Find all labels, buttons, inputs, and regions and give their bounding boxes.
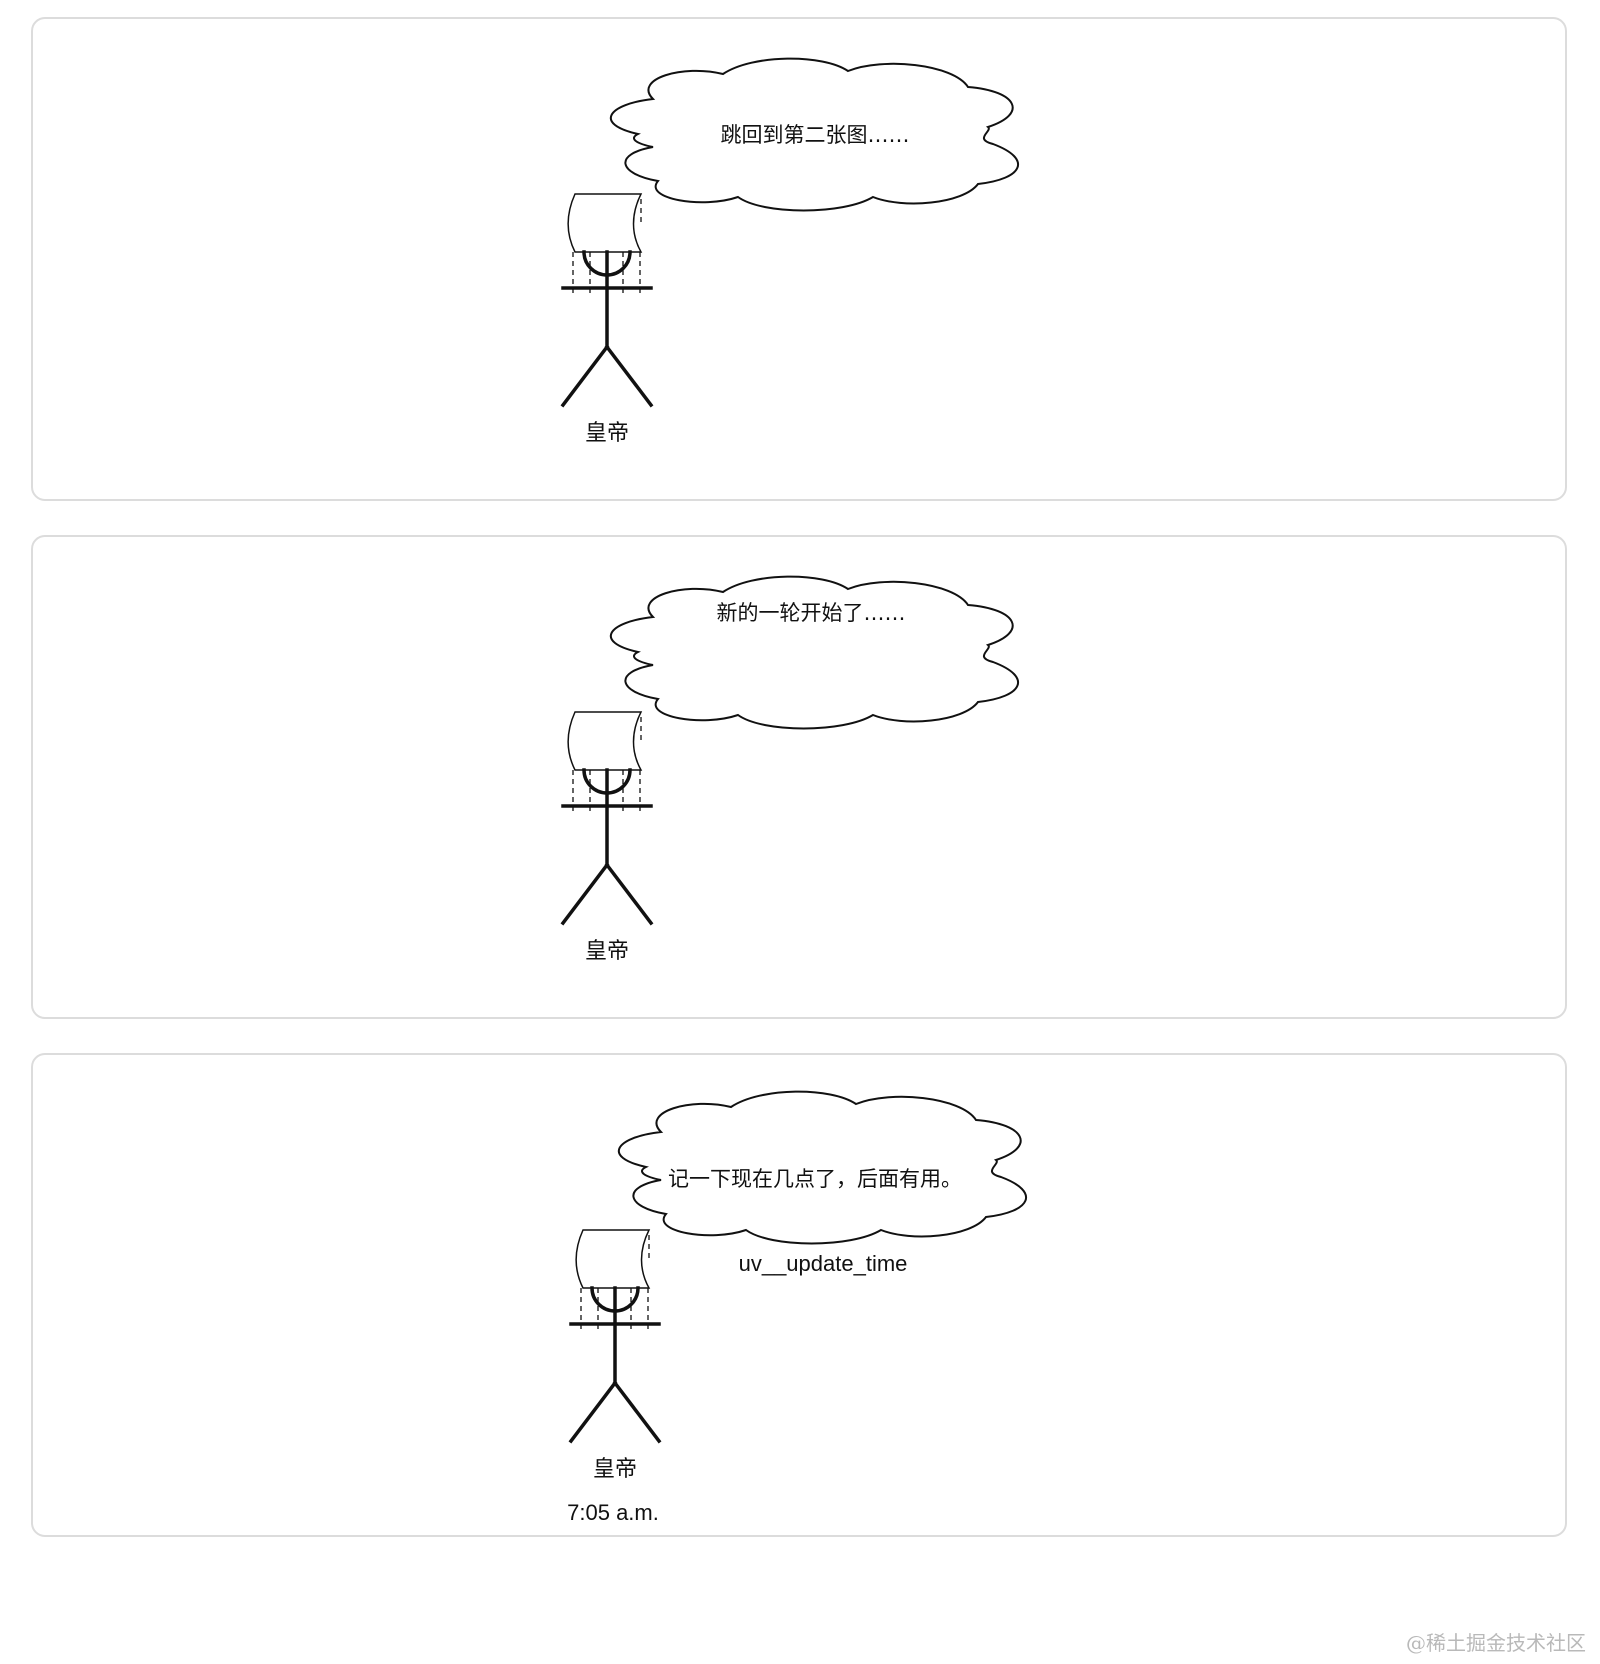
variable-label: uv__update_time: [738, 1251, 908, 1276]
figure-label: 皇帝: [592, 1457, 638, 1482]
panel-1-drawing: [560, 57, 1019, 408]
figure-label: 皇帝: [584, 939, 630, 964]
figure-label: 皇帝: [584, 421, 630, 446]
time-label: 7:05 a.m.: [567, 1500, 659, 1525]
comic-panel-2: 新的一轮开始了…… 皇帝: [31, 535, 1567, 1019]
crown-icon: [575, 1229, 651, 1289]
comic-panel-3: 记一下现在几点了，后面有用。 uv__update_time 皇帝 7:05 a…: [31, 1053, 1567, 1537]
crown-icon: [567, 711, 643, 771]
panel-3-drawing: [568, 1090, 1027, 1444]
crown-icon: [567, 193, 643, 253]
thought-text: 跳回到第二张图……: [720, 123, 910, 147]
thought-text: 新的一轮开始了……: [716, 601, 906, 625]
watermark: @稀土掘金技术社区: [1406, 1631, 1586, 1655]
emperor-figure-icon: [560, 711, 654, 926]
thought-text: 记一下现在几点了，后面有用。: [668, 1167, 962, 1191]
comic-panel-1: 跳回到第二张图…… 皇帝: [31, 17, 1567, 501]
emperor-figure-icon: [560, 193, 654, 408]
emperor-figure-icon: [568, 1229, 662, 1444]
